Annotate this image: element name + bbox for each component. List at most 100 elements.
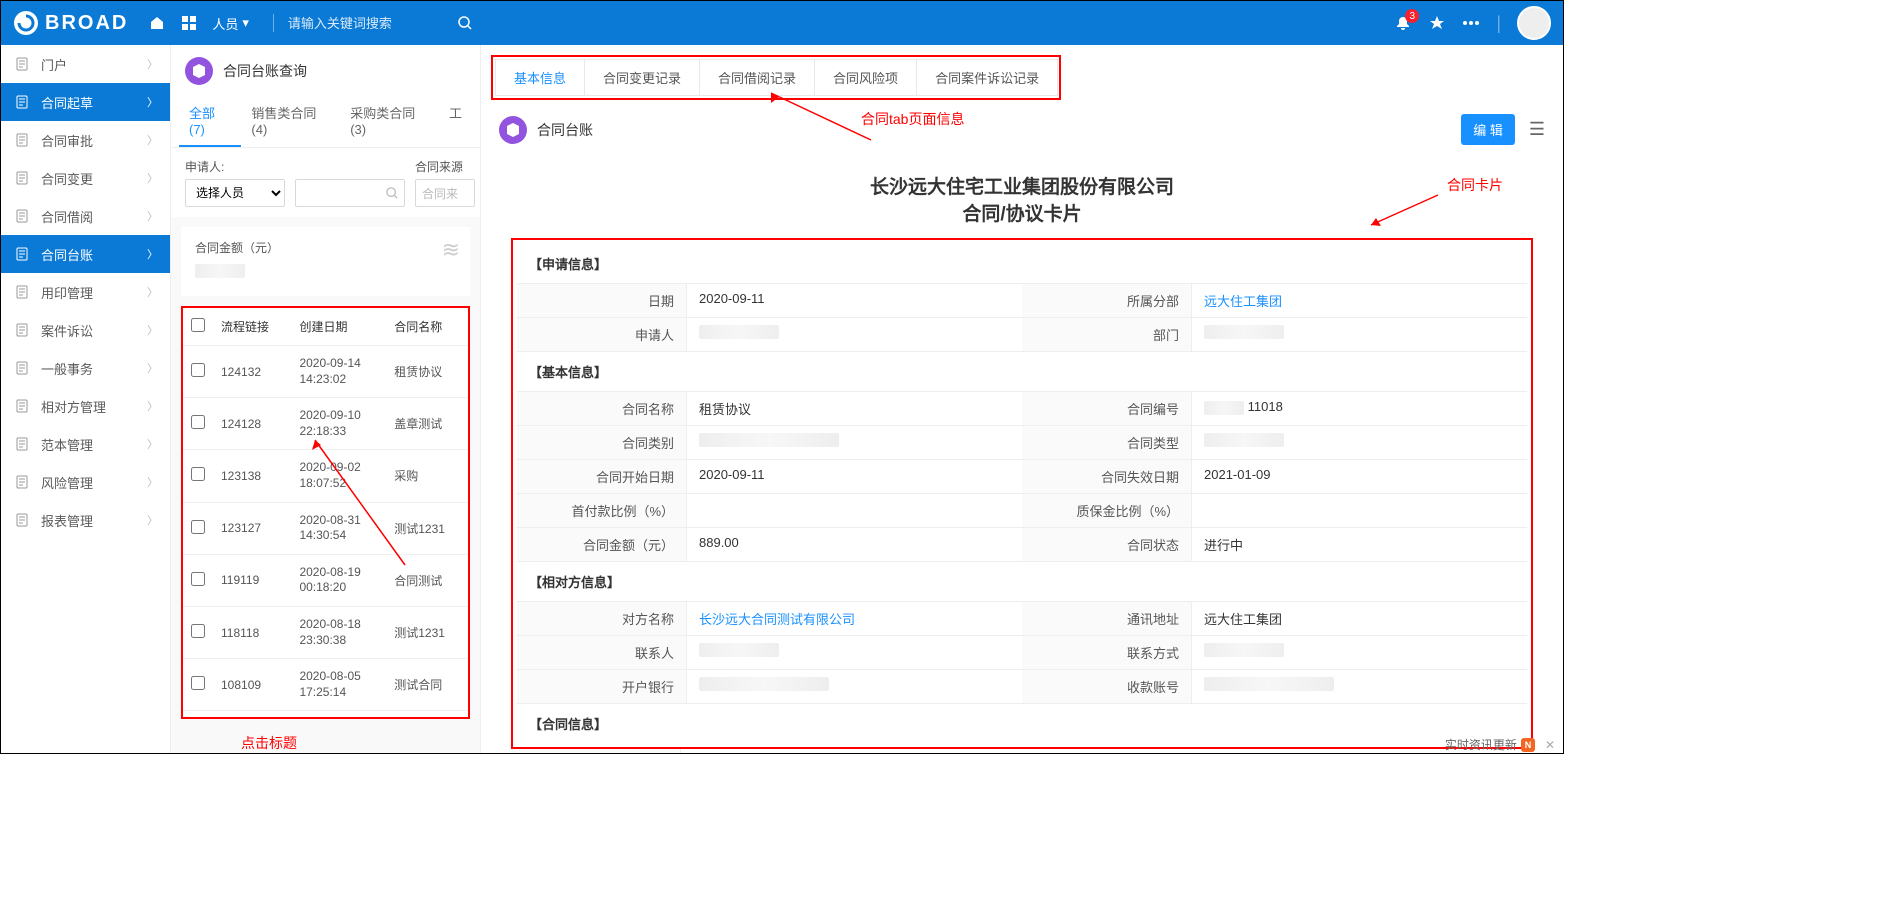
close-icon[interactable]: ✕: [1545, 738, 1555, 752]
list-table-wrap: 流程链接 创建日期 合同名称 1241322020-09-1414:23:02租…: [181, 306, 470, 719]
list-tab[interactable]: 采购类合同 (3): [340, 95, 439, 147]
k-cat: 合同类别: [517, 426, 687, 459]
list-title: 合同台账查询: [223, 61, 307, 81]
v-cno: 11018: [1192, 392, 1527, 425]
list-tab[interactable]: 工: [439, 95, 472, 147]
sidebar-label: 合同审批: [41, 131, 93, 150]
list-tab[interactable]: 全部 (7): [179, 95, 241, 147]
row-checkbox[interactable]: [191, 467, 205, 481]
list-toggle-icon[interactable]: ☰: [1529, 119, 1545, 140]
people-dropdown[interactable]: 人员 ▾: [212, 14, 249, 33]
home-icon[interactable]: [148, 14, 166, 32]
col-date: 创建日期: [291, 308, 386, 346]
v-pname: 长沙远大合同测试有限公司: [687, 602, 1022, 635]
doc-icon: [13, 473, 31, 491]
section-apply: 【申请信息】: [517, 244, 1527, 283]
row-checkbox[interactable]: [191, 415, 205, 429]
sidebar-item[interactable]: 相对方管理〉: [1, 387, 170, 425]
divider: |: [1496, 13, 1501, 34]
topbar: BROAD 人员 ▾ 3 |: [1, 1, 1563, 45]
sidebar-label: 合同变更: [41, 169, 93, 188]
detail-tab[interactable]: 基本信息: [495, 59, 585, 96]
list-tab[interactable]: 销售类合同 (4): [241, 95, 340, 147]
source-select[interactable]: 合同来: [415, 179, 475, 207]
v-first: [687, 494, 1022, 527]
sidebar-item[interactable]: 合同台账〉: [1, 235, 170, 273]
chevron-right-icon: 〉: [147, 360, 158, 376]
sidebar-item[interactable]: 案件诉讼〉: [1, 311, 170, 349]
news-icon: N: [1521, 738, 1535, 752]
select-all[interactable]: [191, 318, 205, 332]
doc-icon: [13, 359, 31, 377]
k-end: 合同失效日期: [1022, 460, 1192, 493]
brand-text: BROAD: [45, 12, 128, 35]
v-dept: 远大住工集团: [1192, 284, 1527, 317]
sidebar-label: 风险管理: [41, 473, 93, 492]
cell-link: 108109: [213, 659, 291, 711]
sidebar-item[interactable]: 风险管理〉: [1, 463, 170, 501]
k-start: 合同开始日期: [517, 460, 687, 493]
sidebar-label: 一般事务: [41, 359, 93, 378]
applicant-select[interactable]: 选择人员: [185, 179, 285, 207]
search-input[interactable]: [288, 16, 448, 31]
table-row[interactable]: 1081092020-08-0517:25:14测试合同: [183, 659, 468, 711]
doc-icon: [13, 321, 31, 339]
row-checkbox[interactable]: [191, 572, 205, 586]
v-cat: [687, 426, 1022, 459]
news-bar: 实时资讯更新 N ✕: [1445, 736, 1555, 753]
search-box[interactable]: [295, 179, 405, 207]
table-row[interactable]: 1241282020-09-1022:18:33盖章测试: [183, 398, 468, 450]
detail-tab[interactable]: 合同借阅记录: [699, 59, 815, 96]
cell-name: 测试1231: [386, 502, 468, 554]
search-icon[interactable]: [456, 14, 474, 32]
k-person: 申请人: [517, 318, 687, 351]
sidebar-item[interactable]: 合同变更〉: [1, 159, 170, 197]
more-icon[interactable]: [1462, 14, 1480, 32]
cell-date: 2020-09-1022:18:33: [291, 398, 386, 450]
v-attach[interactable]: 32k: [681, 749, 1533, 753]
notification-badge: 3: [1405, 9, 1419, 23]
chevron-right-icon: 〉: [147, 436, 158, 452]
detail-tab[interactable]: 合同变更记录: [584, 59, 700, 96]
edit-button[interactable]: 编 辑: [1461, 114, 1515, 145]
bell-icon[interactable]: 3: [1394, 14, 1412, 32]
row-checkbox[interactable]: [191, 676, 205, 690]
sidebar-item[interactable]: 范本管理〉: [1, 425, 170, 463]
row-checkbox[interactable]: [191, 520, 205, 534]
grid-icon[interactable]: [180, 14, 198, 32]
v-guar: [1192, 494, 1527, 527]
stack-icon: ≋: [442, 237, 460, 263]
list-header-icon: [185, 57, 213, 85]
cell-link: 124128: [213, 398, 291, 450]
k-date: 日期: [517, 284, 687, 317]
sidebar-item[interactable]: 门户〉: [1, 45, 170, 83]
sidebar-item[interactable]: 一般事务 〉: [1, 349, 170, 387]
detail-tab[interactable]: 合同案件诉讼记录: [916, 59, 1058, 96]
table-row[interactable]: 1181182020-08-1823:30:38测试1231: [183, 606, 468, 658]
sidebar-item[interactable]: 合同审批〉: [1, 121, 170, 159]
sidebar-item[interactable]: 报表管理〉: [1, 501, 170, 539]
table-row[interactable]: 1241322020-09-1414:23:02租赁协议: [183, 346, 468, 398]
cell-date: 2020-09-1414:23:02: [291, 346, 386, 398]
table-row[interactable]: 1231272020-08-3114:30:54测试1231: [183, 502, 468, 554]
k-guar: 质保金比例（%）: [1022, 494, 1192, 527]
star-icon[interactable]: [1428, 14, 1446, 32]
row-checkbox[interactable]: [191, 363, 205, 377]
k-acct: 收款账号: [1022, 670, 1192, 703]
chevron-right-icon: 〉: [147, 56, 158, 72]
list-panel: 合同台账查询 全部 (7)销售类合同 (4)采购类合同 (3)工 申请人: 选择…: [171, 45, 481, 753]
avatar[interactable]: [1517, 6, 1551, 40]
amount-card-label: 合同金额（元）: [195, 241, 279, 255]
sidebar-item[interactable]: 合同借阅〉: [1, 197, 170, 235]
detail-tab[interactable]: 合同风险项: [814, 59, 917, 96]
table-row[interactable]: 1191192020-08-1900:18:20合同测试: [183, 554, 468, 606]
detail-body: 合同卡片 长沙远大住宅工业集团股份有限公司 合同/协议卡片 【申请信息】 日期2…: [481, 155, 1563, 753]
v-status: 进行中: [1192, 528, 1527, 561]
list-filters: 申请人: 选择人员 合同来源 合同来: [171, 148, 480, 217]
cell-name: 采购: [386, 450, 468, 502]
sidebar-item[interactable]: 合同起草〉: [1, 83, 170, 121]
row-checkbox[interactable]: [191, 624, 205, 638]
sidebar-item[interactable]: 用印管理〉: [1, 273, 170, 311]
table-row[interactable]: 1231382020-09-0218:07:52采购: [183, 450, 468, 502]
section-basic: 【基本信息】: [517, 352, 1527, 391]
